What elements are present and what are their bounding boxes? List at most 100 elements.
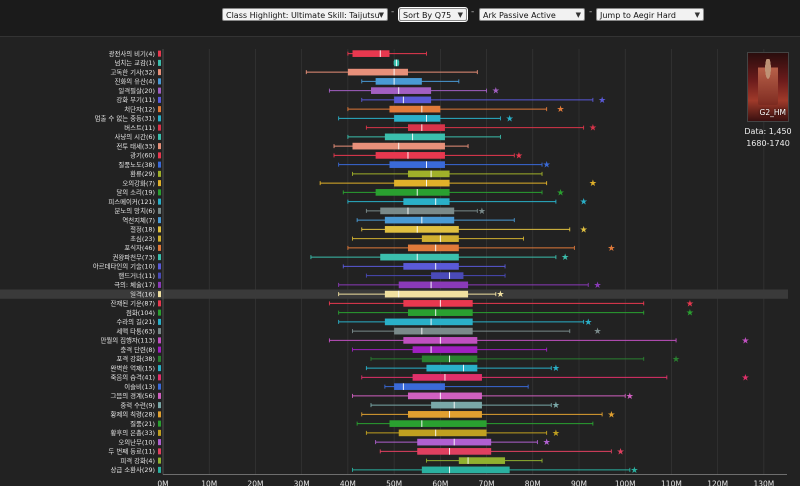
ark-passive-select[interactable]: Ark Passive Active ▼ <box>479 8 585 21</box>
outlier-star: ★ <box>589 179 597 189</box>
series-label: 질풍(21) <box>130 420 155 428</box>
legend-swatch <box>158 189 161 195</box>
series-label: 광기(60) <box>130 151 155 160</box>
series-label: 이슬비(13) <box>124 382 155 391</box>
series-label: 일격(16) <box>130 289 155 298</box>
sort-by-select[interactable]: Sort By Q75 ▼ <box>399 8 467 21</box>
iqr-box <box>399 282 468 289</box>
x-tick-label: 40M <box>340 480 356 486</box>
legend-swatch <box>158 374 161 380</box>
iqr-box <box>371 87 431 94</box>
legend-swatch <box>158 236 161 242</box>
x-tick-label: 80M <box>525 480 541 486</box>
boss-figure-icon <box>758 59 778 105</box>
series-label: 멈출 수 없는 충동(31) <box>95 114 155 123</box>
iqr-box <box>353 50 390 57</box>
iqr-box <box>413 374 482 381</box>
iqr-box <box>426 365 477 372</box>
x-tick-label: 100M <box>615 480 636 486</box>
outlier-star: ★ <box>556 105 564 115</box>
outlier-star: ★ <box>741 336 749 346</box>
outlier-star: ★ <box>607 410 615 420</box>
separator: - <box>391 7 394 17</box>
legend-swatch <box>158 411 161 417</box>
iqr-box <box>459 457 505 464</box>
legend-swatch <box>158 208 161 214</box>
iqr-box <box>385 319 473 326</box>
iqr-box <box>408 124 445 131</box>
iqr-box <box>389 106 440 113</box>
series-label: 죽음의 습격(41) <box>110 373 155 382</box>
series-label: 피격 강화(4) <box>120 456 155 465</box>
iqr-box <box>385 217 454 224</box>
boxplot-chart: 광전사의 비기(4)넘치는 교감(1)고독한 기사(32)진화의 유산(4)일격… <box>0 37 800 486</box>
class-highlight-select[interactable]: Class Highlight: Ultimate Skill: Taijuts… <box>222 8 388 21</box>
series-label: 상급 소환사(29) <box>110 465 155 474</box>
legend-swatch <box>158 143 161 149</box>
iqr-box <box>431 272 463 279</box>
outlier-star: ★ <box>492 87 500 97</box>
series-label: 포격 강화(38) <box>116 354 155 363</box>
jump-to-select[interactable]: Jump to Aegir Hard ▼ <box>596 8 704 21</box>
series-label: 점화(104) <box>126 309 155 317</box>
outlier-star: ★ <box>556 188 564 198</box>
series-label: 피스메이커(121) <box>108 197 155 206</box>
legend-swatch <box>158 51 161 57</box>
series-label: 역천지체(7) <box>122 215 155 224</box>
chevron-down-icon: ▼ <box>379 9 384 21</box>
series-label: 넘치는 교감(1) <box>115 58 155 67</box>
iqr-box <box>394 383 445 390</box>
boss-portrait: G2_HM <box>747 52 789 122</box>
legend-swatch <box>158 226 161 232</box>
iqr-box <box>403 300 472 307</box>
iqr-box <box>403 198 449 205</box>
chevron-down-icon: ▼ <box>458 9 463 21</box>
iqr-box <box>408 309 473 316</box>
legend-swatch <box>158 328 161 334</box>
outlier-star: ★ <box>593 281 601 291</box>
iqr-box <box>376 189 450 196</box>
legend-swatch <box>158 421 161 427</box>
iqr-box <box>394 97 431 104</box>
iqr-box <box>417 448 491 455</box>
series-label: 잔재된 기운(87) <box>110 299 155 308</box>
iqr-box <box>376 152 445 159</box>
legend-swatch <box>158 337 161 343</box>
legend-swatch <box>158 347 161 353</box>
iqr-box <box>403 263 458 270</box>
iqr-box <box>389 420 486 427</box>
legend-swatch <box>158 152 161 158</box>
iqr-box <box>385 134 445 141</box>
class-highlight-value: Class Highlight: Ultimate Skill: Taijuts… <box>226 11 380 20</box>
legend-swatch <box>158 467 161 473</box>
legend-swatch <box>158 217 161 223</box>
series-label: 버스트(11) <box>124 123 155 132</box>
outlier-star: ★ <box>584 318 592 328</box>
legend-swatch <box>158 263 161 269</box>
outlier-star: ★ <box>543 161 551 171</box>
series-label: 아르데타인의 기술(10) <box>93 262 155 271</box>
chevron-down-icon: ▼ <box>695 9 700 21</box>
x-tick-label: 20M <box>247 480 263 486</box>
x-tick-label: 110M <box>661 480 682 486</box>
outlier-star: ★ <box>515 151 523 161</box>
series-label: 진화의 유산(4) <box>115 77 155 86</box>
iqr-box <box>413 346 478 353</box>
iqr-box <box>394 328 473 335</box>
legend-swatch <box>158 78 161 84</box>
outlier-star: ★ <box>580 198 588 208</box>
chevron-down-icon: ▼ <box>576 9 581 21</box>
legend-swatch <box>158 402 161 408</box>
series-label: 일격필살(20) <box>118 86 155 95</box>
iqr-box <box>380 208 454 215</box>
iqr-box <box>385 291 468 298</box>
outlier-star: ★ <box>630 466 638 476</box>
iqr-box <box>408 171 450 178</box>
legend-swatch <box>158 245 161 251</box>
series-label: 강화 무기(11) <box>116 95 155 104</box>
iqr-box <box>385 226 459 233</box>
series-label: 황후의 은총(33) <box>110 428 155 437</box>
outlier-star: ★ <box>478 207 486 217</box>
series-label: 완벽한 억제(15) <box>110 363 155 372</box>
legend-swatch <box>158 430 161 436</box>
